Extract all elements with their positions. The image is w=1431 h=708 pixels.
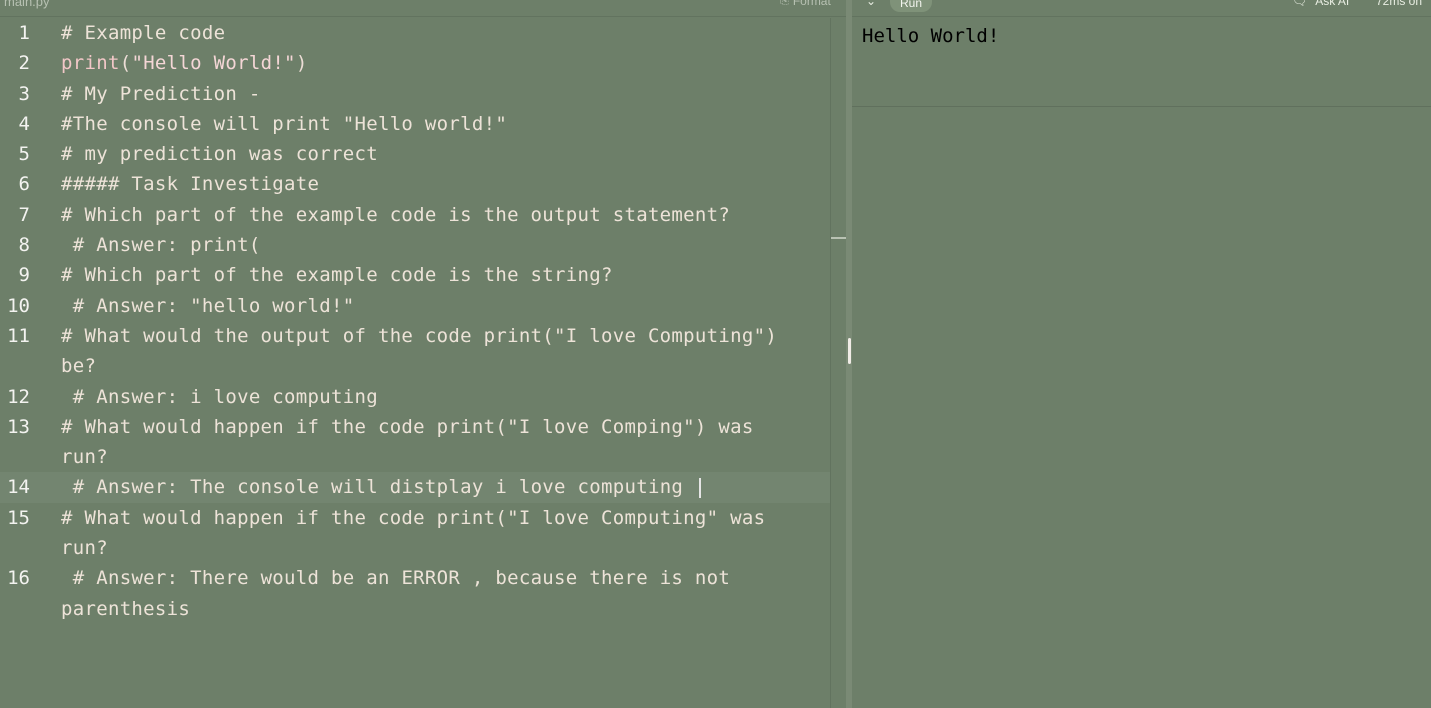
run-button[interactable]: Run <box>890 0 932 12</box>
code-line[interactable]: 11 # What would the output of the code p… <box>0 321 830 382</box>
line-number: 9 <box>18 264 30 287</box>
text-cursor <box>698 477 701 498</box>
code-text-active[interactable]: # Answer: The console will distplay i lo… <box>61 472 801 502</box>
run-label: Run <box>899 0 922 10</box>
ask-ai-button[interactable]: 🗨 Ask AI <box>1292 0 1349 8</box>
code-text[interactable]: # my prediction was correct <box>61 139 801 169</box>
code-text[interactable]: #The console will print "Hello world!" <box>61 109 801 139</box>
code-line[interactable]: 12 # Answer: i love computing <box>0 382 830 412</box>
line-number: 4 <box>18 112 30 135</box>
open-paren: ( <box>119 52 132 75</box>
code-text[interactable]: # Example code <box>61 18 801 48</box>
code-line[interactable]: 2 print("Hello World!") <box>0 48 830 78</box>
code-text[interactable]: # Answer: There would be an ERROR , beca… <box>61 563 801 624</box>
line-number: 2 <box>18 52 30 75</box>
line-number: 11 <box>7 324 30 347</box>
code-line[interactable]: 13 # What would happen if the code print… <box>0 412 830 473</box>
console-output: Hello World! <box>862 25 1000 47</box>
code-line[interactable]: 16 # Answer: There would be an ERROR , b… <box>0 563 830 624</box>
format-label: Format <box>792 0 831 8</box>
code-editor[interactable]: 1 # Example code 2 print("Hello World!")… <box>0 18 830 708</box>
editor-scrollbar-track[interactable] <box>830 18 831 708</box>
line-number: 7 <box>18 203 30 226</box>
file-tab-main-py[interactable]: main.py <box>4 0 50 9</box>
code-line[interactable]: 7 # Which part of the example code is th… <box>0 200 830 230</box>
line-number: 12 <box>7 385 30 408</box>
console-pane[interactable]: Hello World! <box>852 18 1431 708</box>
line-number: 3 <box>18 82 30 105</box>
code-line[interactable]: 15 # What would happen if the code print… <box>0 503 830 564</box>
line-number: 10 <box>7 294 30 317</box>
format-icon: ⎘ <box>780 0 789 7</box>
run-timing: 72ms on <box>1376 0 1423 8</box>
code-line[interactable]: 3 # My Prediction - <box>0 79 830 109</box>
line-number: 1 <box>18 22 30 44</box>
format-button[interactable]: ⎘ Format <box>780 0 831 8</box>
code-line[interactable]: 8 # Answer: print( <box>0 230 830 260</box>
close-paren: ) <box>295 52 308 75</box>
editor-scroll-marker <box>831 237 847 239</box>
resize-handle[interactable] <box>848 338 851 364</box>
code-line[interactable]: 4 #The console will print "Hello world!" <box>0 109 830 139</box>
code-text[interactable]: # What would happen if the code print("I… <box>61 503 801 564</box>
print-keyword: print <box>61 52 120 75</box>
code-line[interactable]: 10 # Answer: "hello world!" <box>0 291 830 321</box>
code-line[interactable]: 5 # my prediction was correct <box>0 139 830 169</box>
code-text: # Answer: The console will distplay i lo… <box>61 476 695 499</box>
ask-ai-label: Ask AI <box>1315 0 1350 8</box>
code-text[interactable]: # Answer: "hello world!" <box>61 291 801 321</box>
code-line[interactable]: 9 # Which part of the example code is th… <box>0 260 830 290</box>
line-number: 13 <box>7 415 30 438</box>
code-text[interactable]: print("Hello World!") <box>61 48 801 78</box>
chevron-down-icon[interactable]: ⌄ <box>866 0 876 8</box>
code-line-active[interactable]: 14 # Answer: The console will distplay i… <box>0 472 830 503</box>
code-text[interactable]: # What would happen if the code print("I… <box>61 412 801 473</box>
line-number: 8 <box>18 234 30 257</box>
code-line[interactable]: 6 ##### Task Investigate <box>0 169 830 199</box>
line-number: 16 <box>7 567 30 590</box>
string-literal: "Hello World!" <box>131 52 296 75</box>
code-text[interactable]: # My Prediction - <box>61 79 801 109</box>
code-text[interactable]: ##### Task Investigate <box>61 169 801 199</box>
code-text[interactable]: # Which part of the example code is the … <box>61 260 801 290</box>
line-number: 14 <box>7 476 30 499</box>
line-number: 6 <box>18 173 30 196</box>
code-text[interactable]: # Answer: i love computing <box>61 382 801 412</box>
chat-bubble-icon: 🗨 <box>1292 0 1308 8</box>
code-text[interactable]: # Which part of the example code is the … <box>61 200 801 230</box>
code-line[interactable]: 1 # Example code <box>0 18 830 48</box>
line-number: 5 <box>18 143 30 166</box>
top-toolbar: main.py ⎘ Format ⌄ Run 🗨 Ask AI 72ms on <box>0 0 1431 17</box>
code-text[interactable]: # What would the output of the code prin… <box>61 321 801 382</box>
line-number: 15 <box>7 506 30 529</box>
console-divider <box>852 106 1431 107</box>
code-text[interactable]: # Answer: print( <box>61 230 801 260</box>
